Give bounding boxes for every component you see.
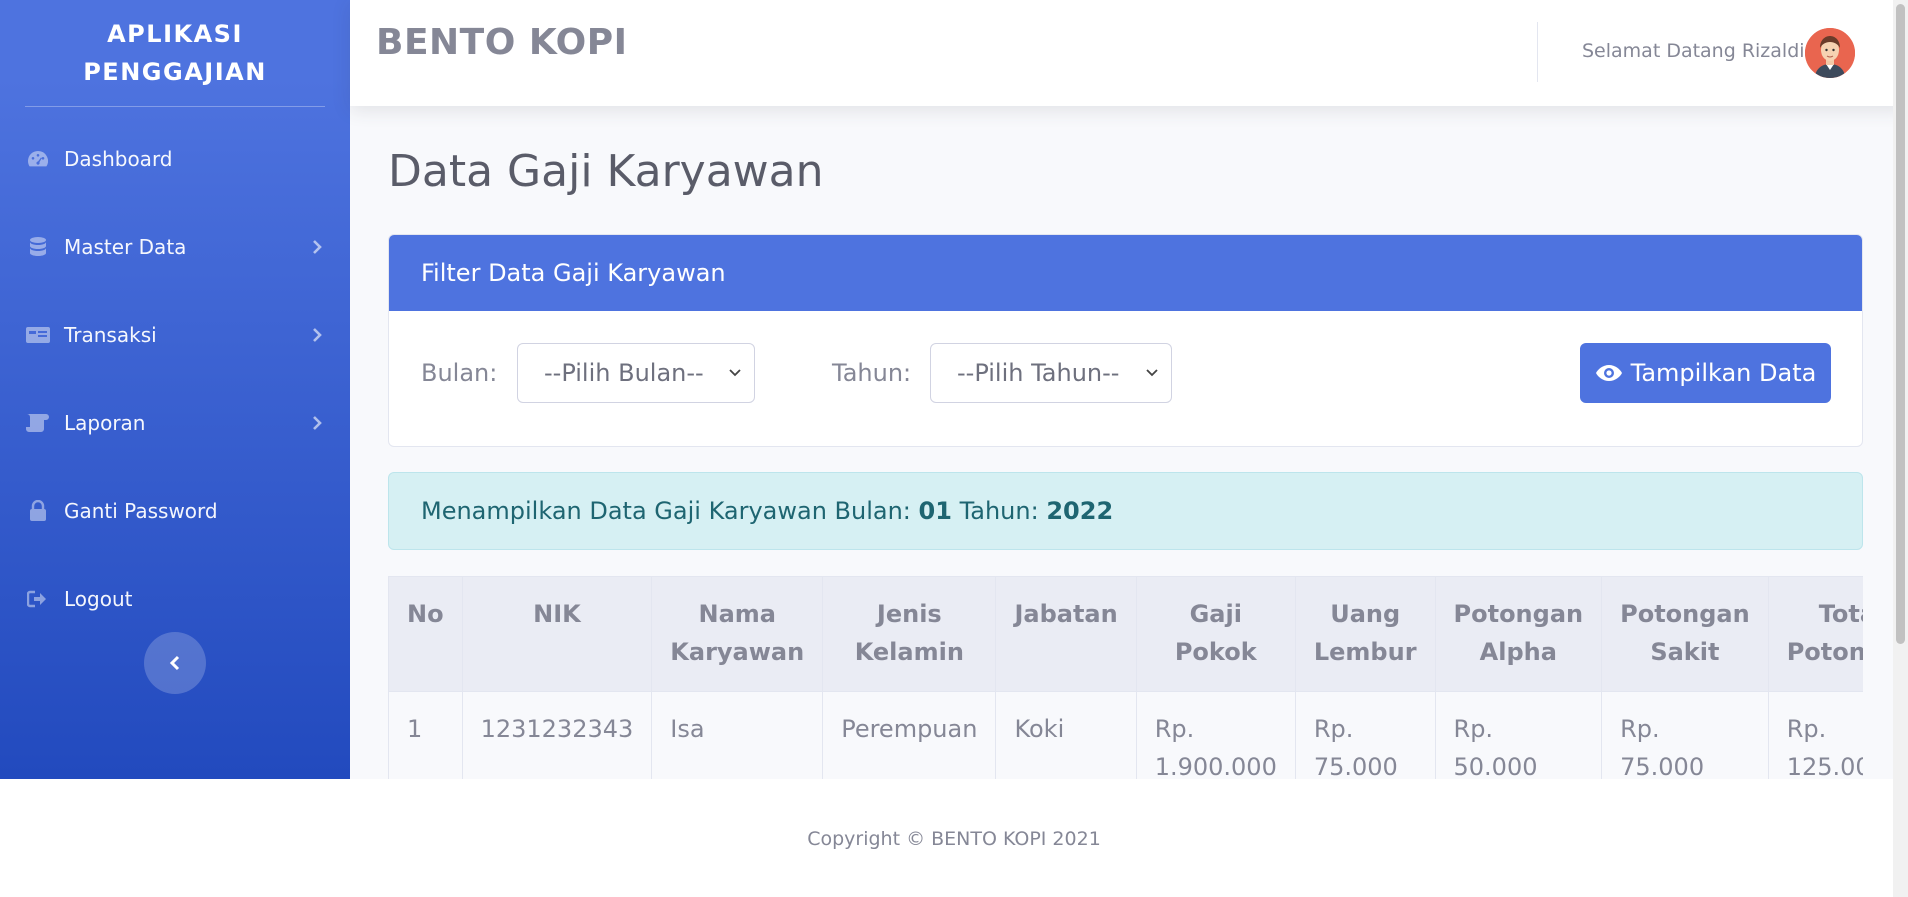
column-header: Gaji Pokok <box>1135 576 1296 692</box>
info-alert: Menampilkan Data Gaji Karyawan Bulan: 01… <box>388 472 1863 550</box>
chevron-down-icon <box>1146 369 1158 377</box>
column-header: Potongan Sakit <box>1601 576 1769 692</box>
sidebar-toggle-button[interactable] <box>144 632 206 694</box>
brand-text: APLIKASI PENGGAJIAN <box>83 20 267 86</box>
user-welcome-text[interactable]: Selamat Datang Rizaldi <box>1582 40 1805 62</box>
column-header: Total Potongan <box>1767 576 1863 692</box>
sidebar-item-label: Transaksi <box>64 323 157 347</box>
footer: Copyright © BENTO KOPI 2021 <box>0 779 1908 897</box>
sidebar-item-label: Ganti Password <box>64 499 218 523</box>
lock-icon <box>26 499 50 523</box>
bulan-label: Bulan: <box>421 359 498 387</box>
chevron-right-icon <box>313 240 322 254</box>
table-cell: Isa <box>651 691 824 779</box>
salary-table-container[interactable]: No NIK Nama Karyawan Jenis Kelamin Jabat… <box>388 576 1863 779</box>
sidebar-item-laporan[interactable]: Laporan <box>0 379 350 467</box>
scrollbar-thumb[interactable] <box>1896 4 1905 644</box>
column-header: Jabatan <box>995 576 1137 692</box>
column-header: Jenis Kelamin <box>822 576 997 692</box>
filter-card: Filter Data Gaji Karyawan Bulan: --Pilih… <box>388 234 1863 447</box>
table-cell: 1 <box>388 691 463 779</box>
sidebar-item-ganti-password[interactable]: Ganti Password <box>0 467 350 555</box>
column-header: Uang Lembur <box>1294 576 1436 692</box>
scroll-icon <box>26 411 50 435</box>
chevron-down-icon <box>729 369 741 377</box>
tampilkan-data-label: Tampilkan Data <box>1630 359 1817 387</box>
column-header: Potongan Alpha <box>1434 576 1603 692</box>
sidebar-item-logout[interactable]: Logout <box>0 555 350 643</box>
column-header: NIK <box>461 576 653 692</box>
sidebar-item-label: Logout <box>64 587 133 611</box>
topbar-divider <box>1537 22 1538 82</box>
sidebar: APLIKASI PENGGAJIAN Dashboard Master Dat… <box>0 0 350 779</box>
filter-card-body: Bulan: --Pilih Bulan-- Tahun: --Pilih Ta… <box>389 311 1862 446</box>
bulan-select-value: --Pilih Bulan-- <box>544 359 704 387</box>
copyright-text: Copyright © BENTO KOPI 2021 <box>807 828 1101 850</box>
sidebar-item-label: Laporan <box>64 411 146 435</box>
topbar: BENTO KOPI Selamat Datang Rizaldi <box>350 0 1908 106</box>
bulan-select[interactable]: --Pilih Bulan-- <box>517 343 755 403</box>
sidebar-item-dashboard[interactable]: Dashboard <box>0 115 350 203</box>
sign-out-icon <box>26 587 50 611</box>
sidebar-item-master-data[interactable]: Master Data <box>0 203 350 291</box>
table-cell: Perempuan <box>822 691 997 779</box>
alert-tahun: 2022 <box>1046 497 1114 525</box>
avatar[interactable] <box>1805 28 1855 78</box>
sidebar-item-label: Dashboard <box>64 147 173 171</box>
table-row: 1 1231232343 Isa Perempuan Koki Rp. 1.90… <box>388 691 1863 779</box>
table-cell: Rp. 75.000 <box>1294 691 1436 779</box>
table-cell: Koki <box>995 691 1137 779</box>
alert-bulan: 01 <box>918 497 952 525</box>
table-cell: Rp. 75.000 <box>1601 691 1769 779</box>
table-cell: 1231232343 <box>461 691 653 779</box>
alert-mid: Tahun: <box>959 497 1039 525</box>
column-header: Nama Karyawan <box>651 576 824 692</box>
filter-card-header: Filter Data Gaji Karyawan <box>389 235 1862 311</box>
eye-icon <box>1595 365 1622 381</box>
tahun-select-value: --Pilih Tahun-- <box>957 359 1120 387</box>
alert-prefix: Menampilkan Data Gaji Karyawan Bulan: <box>421 497 911 525</box>
table-cell: Rp. 50.000 <box>1434 691 1603 779</box>
table-cell: Rp. 125.000 <box>1767 691 1863 779</box>
money-icon <box>26 323 50 347</box>
tampilkan-data-button[interactable]: Tampilkan Data <box>1580 343 1831 403</box>
table-header-row: No NIK Nama Karyawan Jenis Kelamin Jabat… <box>388 576 1863 692</box>
tahun-select[interactable]: --Pilih Tahun-- <box>930 343 1172 403</box>
sidebar-brand[interactable]: APLIKASI PENGGAJIAN <box>0 0 350 106</box>
chevron-left-icon <box>169 655 180 671</box>
salary-table: No NIK Nama Karyawan Jenis Kelamin Jabat… <box>388 576 1863 779</box>
page-title: Data Gaji Karyawan <box>388 146 824 197</box>
chevron-right-icon <box>313 328 322 342</box>
tachometer-icon <box>26 147 50 171</box>
database-icon <box>26 235 50 259</box>
table-cell: Rp. 1.900.000 <box>1135 691 1296 779</box>
sidebar-item-label: Master Data <box>64 235 187 259</box>
tahun-label: Tahun: <box>832 359 912 387</box>
app-title: BENTO KOPI <box>376 22 628 63</box>
column-header: No <box>388 576 463 692</box>
main-content: Data Gaji Karyawan Filter Data Gaji Kary… <box>350 106 1908 779</box>
page-scrollbar[interactable] <box>1893 0 1908 897</box>
sidebar-item-transaksi[interactable]: Transaksi <box>0 291 350 379</box>
chevron-right-icon <box>313 416 322 430</box>
